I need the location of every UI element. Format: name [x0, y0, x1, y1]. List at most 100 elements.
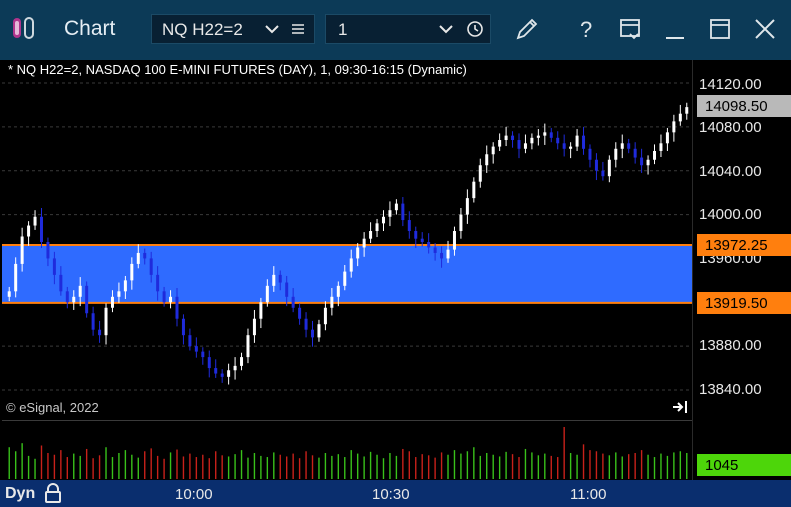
lower-level-badge[interactable]: 13919.50	[697, 292, 791, 314]
volume-badge: 1045	[697, 454, 791, 476]
candle-body	[252, 318, 256, 336]
volume-plot[interactable]	[2, 421, 692, 481]
close-icon[interactable]	[750, 14, 780, 44]
candle-body	[433, 247, 437, 253]
candle-body	[362, 238, 366, 248]
candle-body	[440, 252, 444, 259]
candle-body	[175, 296, 179, 319]
price-tick: 14000.00	[699, 206, 762, 223]
candle-body	[672, 121, 676, 133]
candle-body	[304, 318, 308, 330]
clock-icon[interactable]	[466, 20, 484, 38]
candle-body	[130, 263, 134, 281]
candle-body	[46, 241, 50, 259]
candle-body	[504, 135, 508, 141]
pencil-icon[interactable]	[512, 14, 542, 44]
candle-body	[356, 247, 360, 259]
candle-body	[478, 165, 482, 182]
price-tick: 14040.00	[699, 163, 762, 180]
time-tick: 10:00	[175, 486, 213, 503]
candle-body	[246, 335, 250, 358]
candle-body	[620, 143, 624, 149]
candle-body	[149, 258, 153, 275]
candle-body	[20, 236, 24, 264]
candle-body	[401, 203, 405, 221]
candle-body	[569, 146, 573, 149]
dynamic-mode-label[interactable]: Dyn	[5, 485, 35, 503]
title-bar: Chart NQ H22=2 1 ?	[0, 0, 791, 60]
candle-body	[201, 351, 205, 358]
candle-body	[117, 291, 121, 297]
chevron-down-icon[interactable]	[264, 21, 280, 37]
candle-body	[33, 216, 37, 226]
candle-body	[678, 113, 682, 122]
candle-body	[556, 137, 560, 144]
candle-body	[85, 285, 89, 314]
candle-body	[278, 274, 282, 283]
last-price-badge: 14098.50	[697, 95, 791, 117]
candle-body	[543, 132, 547, 136]
candle-body	[59, 274, 63, 292]
symbol-input[interactable]: NQ H22=2	[162, 20, 243, 40]
candle-body	[311, 329, 315, 338]
interval-input[interactable]: 1	[338, 20, 347, 40]
candle-body	[523, 143, 527, 149]
copyright-label: © eSignal, 2022	[6, 400, 99, 415]
maximize-icon[interactable]	[705, 14, 735, 44]
symbol-selector[interactable]: NQ H22=2	[151, 14, 315, 44]
candle-body	[375, 223, 379, 232]
candle-body	[427, 241, 431, 248]
level-band	[2, 244, 692, 303]
candle-body	[407, 220, 411, 232]
candle-body	[336, 285, 340, 297]
candle-body	[169, 296, 173, 303]
candle-body	[188, 335, 192, 347]
candle-body	[582, 135, 586, 149]
candle-body	[227, 370, 231, 377]
time-tick: 10:30	[372, 486, 410, 503]
candle-body	[259, 302, 263, 319]
candle-body	[414, 231, 418, 239]
price-chart[interactable]	[2, 60, 692, 418]
chevron-down-icon[interactable]	[438, 21, 454, 37]
candle-body	[7, 291, 11, 297]
price-tick: 14120.00	[699, 76, 762, 93]
candle-body	[110, 296, 114, 308]
candle-body	[207, 357, 211, 369]
candle-body	[685, 107, 689, 114]
interval-selector[interactable]: 1	[325, 14, 491, 44]
lock-icon[interactable]	[43, 482, 63, 504]
candle-body	[265, 285, 269, 303]
candle-body	[14, 263, 18, 292]
price-tick: 13880.00	[699, 337, 762, 354]
template-icon[interactable]	[616, 14, 646, 44]
menu-icon[interactable]	[290, 21, 306, 37]
volume-pane[interactable]	[2, 420, 692, 481]
candle-body	[465, 198, 469, 215]
price-tick: 14080.00	[699, 119, 762, 136]
upper-level-badge[interactable]: 13972.25	[697, 234, 791, 256]
candle-body	[214, 368, 218, 374]
scroll-to-end-icon[interactable]	[672, 400, 690, 414]
candle-body	[633, 148, 637, 158]
chart-header: * NQ H22=2, NASDAQ 100 E-MINI FUTURES (D…	[8, 62, 467, 77]
candle-body	[65, 291, 69, 303]
candle-body	[298, 307, 302, 319]
candle-body	[39, 216, 43, 242]
candle-body	[349, 258, 353, 272]
candle-body	[369, 231, 373, 239]
time-axis[interactable]: Dyn 10:00 10:30 11:00	[0, 480, 791, 507]
help-icon[interactable]: ?	[570, 14, 600, 44]
candle-body	[194, 346, 198, 352]
minimize-icon[interactable]	[660, 14, 690, 44]
candle-body	[123, 280, 127, 292]
price-plot[interactable]	[2, 60, 692, 418]
candle-body	[330, 296, 334, 308]
candle-body	[285, 282, 289, 297]
candle-body	[646, 159, 650, 166]
candle-body	[78, 285, 82, 297]
candle-body	[323, 307, 327, 325]
candle-body	[485, 154, 489, 166]
candle-body	[156, 274, 160, 292]
candle-body	[343, 271, 347, 286]
